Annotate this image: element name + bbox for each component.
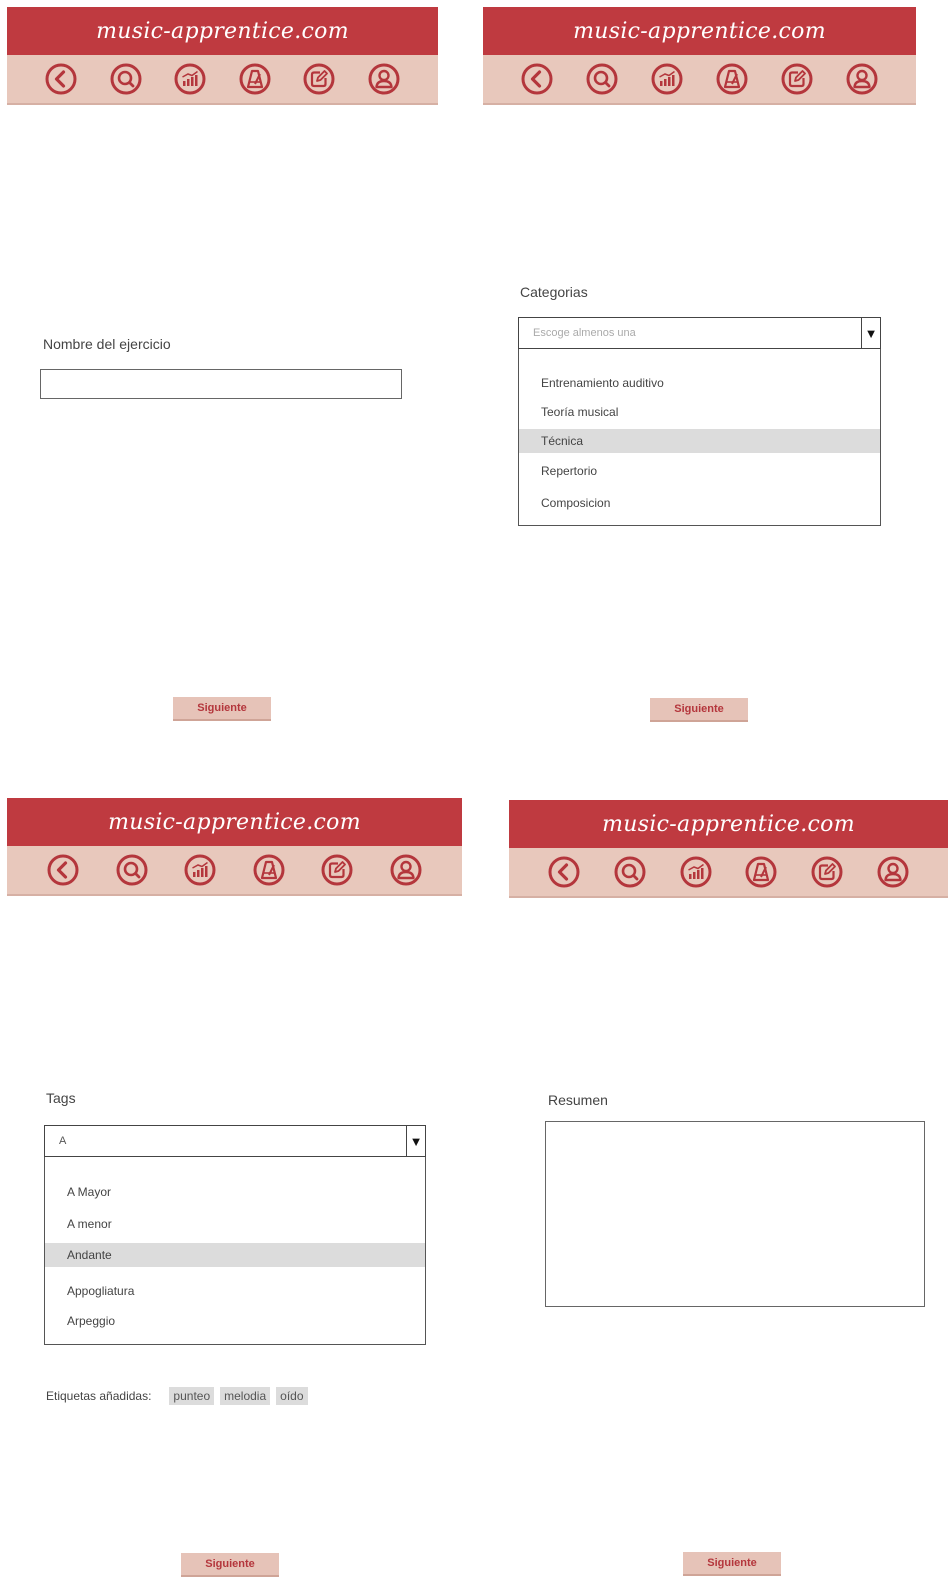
app-header: music-apprentice.com bbox=[7, 7, 438, 105]
back-icon[interactable] bbox=[46, 853, 80, 887]
categories-select[interactable]: Escoge almenos una ▼ bbox=[518, 317, 881, 349]
edit-icon[interactable] bbox=[780, 62, 814, 96]
metronome-icon[interactable] bbox=[238, 62, 272, 96]
screen-exercise-name: music-apprentice.com Nombre del ejercici… bbox=[7, 7, 438, 727]
dropdown-arrow-icon[interactable]: ▼ bbox=[861, 318, 880, 348]
tags-input-value[interactable]: A bbox=[45, 1135, 406, 1147]
category-option[interactable]: Teoría musical bbox=[519, 400, 880, 424]
tag-chip[interactable]: melodia bbox=[220, 1387, 271, 1405]
screen-categories: music-apprentice.com Categorias Escoge a… bbox=[483, 7, 916, 727]
tags-label: Tags bbox=[46, 1090, 76, 1106]
edit-icon[interactable] bbox=[302, 62, 336, 96]
tag-chip[interactable]: oído bbox=[276, 1387, 308, 1405]
screen-summary: music-apprentice.com Resumen Siguiente bbox=[509, 800, 948, 1576]
exercise-name-label: Nombre del ejercicio bbox=[43, 336, 171, 352]
site-title[interactable]: music-apprentice.com bbox=[7, 798, 462, 846]
profile-icon[interactable] bbox=[876, 855, 910, 889]
categories-placeholder: Escoge almenos una bbox=[533, 327, 636, 339]
category-option[interactable]: Composicion bbox=[519, 491, 880, 515]
tag-option[interactable]: A menor bbox=[45, 1212, 425, 1236]
tag-option[interactable]: A Mayor bbox=[45, 1180, 425, 1204]
screen-tags: music-apprentice.com Tags A ▼ A Mayor A … bbox=[7, 798, 462, 1577]
tags-input[interactable]: A ▼ bbox=[44, 1125, 426, 1157]
stats-icon[interactable] bbox=[183, 853, 217, 887]
categories-dropdown: Entrenamiento auditivo Teoría musical Té… bbox=[518, 349, 881, 526]
tag-option-selected[interactable]: Andante bbox=[45, 1243, 425, 1267]
app-header: music-apprentice.com bbox=[509, 800, 948, 898]
search-icon[interactable] bbox=[585, 62, 619, 96]
profile-icon[interactable] bbox=[367, 62, 401, 96]
category-option-selected[interactable]: Técnica bbox=[519, 429, 880, 453]
category-option[interactable]: Entrenamiento auditivo bbox=[519, 371, 880, 395]
stats-icon[interactable] bbox=[650, 62, 684, 96]
back-icon[interactable] bbox=[520, 62, 554, 96]
edit-icon[interactable] bbox=[320, 853, 354, 887]
profile-icon[interactable] bbox=[845, 62, 879, 96]
site-title[interactable]: music-apprentice.com bbox=[7, 7, 438, 55]
metronome-icon[interactable] bbox=[252, 853, 286, 887]
category-option[interactable]: Repertorio bbox=[519, 459, 880, 483]
tag-chip[interactable]: punteo bbox=[169, 1387, 215, 1405]
summary-label: Resumen bbox=[548, 1092, 608, 1108]
stats-icon[interactable] bbox=[173, 62, 207, 96]
tag-option[interactable]: Arpeggio bbox=[45, 1309, 425, 1333]
nav-bar bbox=[509, 848, 948, 898]
added-tags-label: Etiquetas añadidas: bbox=[46, 1389, 152, 1403]
profile-icon[interactable] bbox=[389, 853, 423, 887]
site-title[interactable]: music-apprentice.com bbox=[483, 7, 916, 55]
next-button[interactable]: Siguiente bbox=[650, 698, 748, 722]
tag-option[interactable]: Appogliatura bbox=[45, 1279, 425, 1303]
back-icon[interactable] bbox=[547, 855, 581, 889]
categories-label: Categorias bbox=[520, 284, 588, 300]
search-icon[interactable] bbox=[613, 855, 647, 889]
search-icon[interactable] bbox=[109, 62, 143, 96]
app-header: music-apprentice.com bbox=[483, 7, 916, 105]
summary-textarea[interactable] bbox=[545, 1121, 925, 1307]
next-button[interactable]: Siguiente bbox=[683, 1552, 781, 1576]
back-icon[interactable] bbox=[44, 62, 78, 96]
tags-dropdown: A Mayor A menor Andante Appogliatura Arp… bbox=[44, 1157, 426, 1345]
app-header: music-apprentice.com bbox=[7, 798, 462, 896]
stats-icon[interactable] bbox=[679, 855, 713, 889]
dropdown-arrow-icon[interactable]: ▼ bbox=[406, 1126, 425, 1156]
nav-bar bbox=[7, 846, 462, 896]
nav-bar bbox=[7, 55, 438, 105]
search-icon[interactable] bbox=[115, 853, 149, 887]
next-button[interactable]: Siguiente bbox=[181, 1553, 279, 1577]
next-button[interactable]: Siguiente bbox=[173, 697, 271, 721]
metronome-icon[interactable] bbox=[744, 855, 778, 889]
added-tags-row: Etiquetas añadidas: punteo melodia oído bbox=[46, 1387, 308, 1405]
edit-icon[interactable] bbox=[810, 855, 844, 889]
exercise-name-input[interactable] bbox=[40, 369, 402, 399]
metronome-icon[interactable] bbox=[715, 62, 749, 96]
site-title[interactable]: music-apprentice.com bbox=[509, 800, 948, 848]
nav-bar bbox=[483, 55, 916, 105]
